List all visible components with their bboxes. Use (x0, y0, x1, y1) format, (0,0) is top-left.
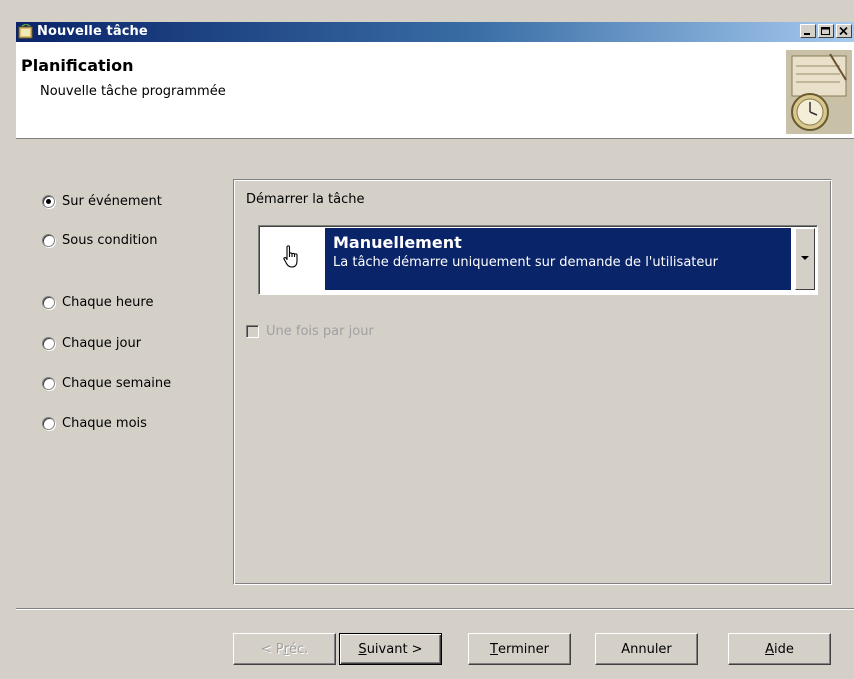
help-button[interactable]: Aide (728, 633, 831, 665)
radio-daily[interactable]: Chaque jour (42, 336, 141, 351)
title-bar[interactable]: Nouvelle tâche (16, 22, 854, 42)
combo-icon-cell (261, 228, 323, 290)
radio-hourly[interactable]: Chaque heure (42, 295, 153, 310)
close-icon (839, 27, 848, 36)
cancel-button[interactable]: Annuler (595, 633, 698, 665)
radio-button[interactable] (42, 296, 55, 309)
selected-option-description: La tâche démarre uniquement sur demande … (333, 255, 718, 270)
chevron-down-icon (801, 256, 809, 260)
window-title: Nouvelle tâche (37, 24, 148, 39)
once-per-day-label: Une fois par jour (266, 324, 374, 339)
selected-option-title: Manuellement (333, 233, 462, 252)
window-controls (800, 24, 852, 38)
radio-button[interactable] (42, 417, 55, 430)
previous-button[interactable]: < Pr éc. (233, 633, 336, 665)
calendar-clock-illustration (786, 50, 852, 134)
scheduler-app-icon (18, 23, 34, 40)
once-per-day-checkbox-row[interactable]: Une fois par jour (246, 324, 374, 339)
radio-label: Chaque mois (62, 416, 147, 431)
hand-pointer-icon (283, 245, 298, 268)
radio-weekly[interactable]: Chaque semaine (42, 376, 171, 391)
radio-monthly[interactable]: Chaque mois (42, 416, 147, 431)
minimize-icon (804, 33, 810, 35)
page-subtitle: Nouvelle tâche programmée (40, 84, 226, 99)
finish-button[interactable]: Terminer (468, 633, 571, 665)
start-mode-combobox[interactable]: Manuellement La tâche démarre uniquement… (258, 225, 818, 295)
radio-button[interactable] (42, 337, 55, 350)
start-task-group: Démarrer la tâche Manuellement La tâche … (233, 179, 832, 585)
minimize-button[interactable] (800, 24, 816, 38)
maximize-button[interactable] (818, 24, 834, 38)
radio-label: Sous condition (62, 233, 158, 248)
radio-on-event[interactable]: Sur événement (42, 194, 162, 209)
radio-label: Chaque jour (62, 336, 142, 351)
dropdown-button[interactable] (795, 228, 815, 290)
footer-separator (16, 608, 854, 610)
close-button[interactable] (836, 24, 852, 38)
group-label: Démarrer la tâche (246, 192, 365, 207)
radio-button[interactable] (42, 234, 55, 247)
page-title: Planification (21, 56, 134, 75)
radio-button[interactable] (42, 377, 55, 390)
maximize-icon (821, 27, 830, 35)
radio-button[interactable] (42, 195, 55, 208)
wizard-header: Planification Nouvelle tâche programmée (16, 42, 854, 139)
selected-option[interactable]: Manuellement La tâche démarre uniquement… (325, 228, 791, 290)
new-task-dialog: Nouvelle tâche Planification Nouvelle tâ… (0, 0, 854, 679)
once-per-day-checkbox[interactable] (246, 325, 259, 338)
radio-label: Sur événement (62, 194, 162, 209)
radio-label: Chaque heure (62, 295, 154, 310)
radio-label: Chaque semaine (62, 376, 172, 391)
next-button[interactable]: Suivant > (339, 633, 442, 665)
radio-on-condition[interactable]: Sous condition (42, 233, 157, 248)
